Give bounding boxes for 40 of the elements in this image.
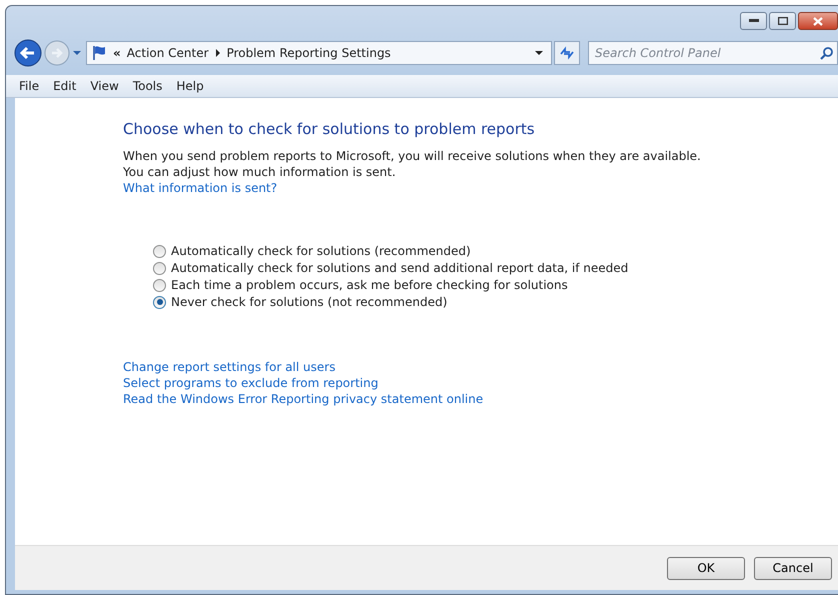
- breadcrumb-arrow-icon[interactable]: [214, 49, 221, 57]
- page-heading: Choose when to check for solutions to problem reports: [123, 120, 535, 138]
- breadcrumb-item[interactable]: Action Center: [126, 46, 209, 60]
- refresh-button[interactable]: [554, 41, 580, 65]
- close-icon: [813, 16, 823, 26]
- option-label[interactable]: Never check for solutions (not recommended): [171, 295, 448, 309]
- dialog-button[interactable]: OK: [667, 556, 745, 580]
- menu-item[interactable]: View: [83, 79, 126, 93]
- option-label[interactable]: Automatically check for solutions (recommended): [171, 244, 471, 258]
- back-icon[interactable]: [14, 39, 42, 67]
- dropdown-icon[interactable]: [535, 50, 543, 56]
- settings-link[interactable]: Change report settings for all users: [123, 359, 484, 375]
- maximize-button[interactable]: [769, 12, 796, 30]
- radio-button[interactable]: [153, 262, 166, 274]
- menu-item[interactable]: Tools: [126, 79, 170, 93]
- menu-item[interactable]: Help: [169, 79, 211, 93]
- info-link[interactable]: What information is sent?: [123, 180, 278, 196]
- menu-item[interactable]: File: [12, 79, 46, 93]
- address-bar[interactable]: « Action Center Problem Reporting Settings: [86, 41, 552, 65]
- breadcrumb-item[interactable]: Problem Reporting Settings: [226, 46, 391, 60]
- radio-button[interactable]: [153, 296, 166, 308]
- search-field[interactable]: Search Control Panel: [588, 41, 838, 65]
- flag-icon: [91, 45, 107, 61]
- maximize-icon: [778, 17, 788, 25]
- close-button[interactable]: [798, 12, 838, 30]
- refresh-icon: [559, 46, 575, 60]
- dialog-button[interactable]: Cancel: [754, 556, 832, 580]
- menu-item[interactable]: Edit: [46, 79, 84, 93]
- settings-link[interactable]: Select programs to exclude from reporting: [123, 375, 484, 391]
- radio-button[interactable]: [153, 278, 166, 292]
- radio-button[interactable]: [153, 244, 166, 258]
- option-label[interactable]: Each time a problem occurs, ask me before checking for solutions: [171, 278, 568, 292]
- minimize-icon: [748, 19, 758, 23]
- breadcrumb-overflow[interactable]: «: [113, 46, 121, 60]
- settings-link[interactable]: Read the Windows Error Reporting privacy statement online: [123, 391, 484, 407]
- minimize-button[interactable]: [740, 12, 767, 30]
- recent-pages-icon[interactable]: [72, 50, 82, 56]
- search-icon[interactable]: [820, 46, 834, 60]
- option-label[interactable]: Automatically check for solutions and send additional report data, if needed: [171, 261, 628, 275]
- description-text: When you send problem reports to Microsoft, you will receive solutions when they are available. You can adjust how much information is sent.: [123, 148, 702, 180]
